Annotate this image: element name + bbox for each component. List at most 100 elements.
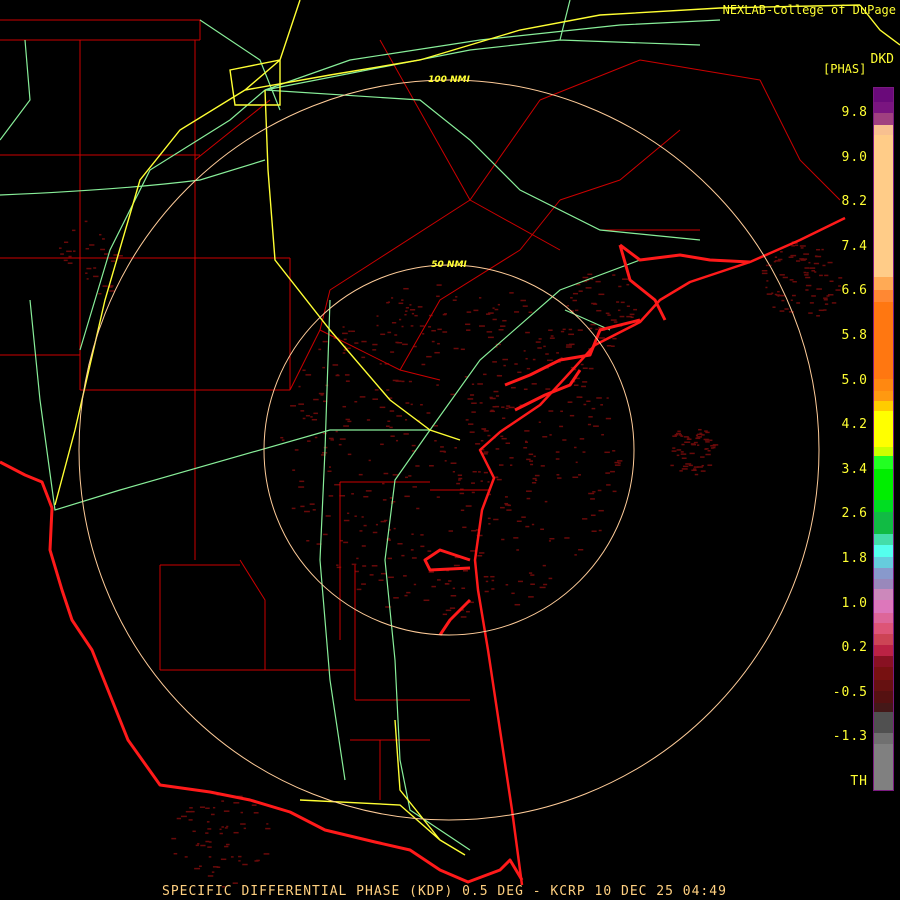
echo-pixel bbox=[790, 254, 797, 257]
echo-pixel bbox=[369, 574, 374, 576]
echo-pixel bbox=[596, 309, 602, 312]
echo-pixel bbox=[672, 435, 677, 437]
echo-pixel bbox=[243, 827, 247, 830]
echo-pixel bbox=[467, 398, 474, 400]
echo-pixel bbox=[483, 373, 487, 376]
echo-pixel bbox=[617, 460, 623, 462]
echo-pixel bbox=[363, 524, 367, 527]
color-swatch bbox=[874, 124, 893, 136]
echo-pixel bbox=[460, 509, 465, 512]
echo-pixel bbox=[782, 276, 788, 279]
echo-pixel bbox=[704, 439, 710, 441]
echo-pixel bbox=[525, 525, 530, 528]
echo-pixel bbox=[514, 311, 520, 313]
echo-pixel bbox=[354, 342, 359, 344]
echo-pixel bbox=[320, 394, 324, 396]
echo-pixel bbox=[680, 453, 687, 455]
color-scale-label: 2.6 bbox=[841, 506, 868, 522]
echo-pixel bbox=[590, 323, 596, 326]
echo-pixel bbox=[291, 507, 296, 510]
echo-pixel bbox=[111, 260, 116, 262]
echo-pixel bbox=[444, 460, 447, 462]
echo-pixel bbox=[696, 436, 702, 438]
echo-pixel bbox=[410, 549, 414, 551]
color-swatch bbox=[874, 623, 893, 634]
echo-pixel bbox=[233, 802, 240, 804]
echo-pixel bbox=[313, 412, 318, 415]
echo-pixel bbox=[404, 594, 408, 597]
echo-pixel bbox=[698, 428, 702, 431]
echo-pixel bbox=[509, 292, 514, 294]
echo-pixel bbox=[219, 828, 222, 831]
echo-pixel bbox=[574, 446, 577, 449]
color-scale-bar bbox=[873, 87, 894, 791]
echo-pixel bbox=[479, 297, 482, 299]
echo-pixel bbox=[501, 538, 505, 541]
echo-pixel bbox=[505, 584, 509, 586]
echo-pixel bbox=[457, 474, 463, 476]
echo-pixel bbox=[761, 269, 768, 272]
echo-pixel bbox=[497, 303, 500, 306]
echo-pixel bbox=[478, 471, 481, 473]
county-lines bbox=[0, 19, 841, 800]
echo-pixel bbox=[612, 274, 616, 276]
echo-pixel bbox=[401, 554, 405, 557]
echo-pixel bbox=[205, 840, 210, 843]
echo-pixel bbox=[345, 418, 350, 421]
echo-pixel bbox=[205, 807, 210, 809]
echo-pixel bbox=[380, 333, 386, 336]
echo-pixel bbox=[465, 419, 469, 421]
echo-pixel bbox=[60, 253, 64, 255]
echo-pixel bbox=[431, 585, 436, 588]
echo-pixel bbox=[471, 411, 476, 413]
echo-pixel bbox=[207, 875, 214, 877]
echo-pixel bbox=[597, 489, 602, 492]
coastline-border bbox=[0, 216, 846, 886]
echo-pixel bbox=[393, 597, 399, 599]
echo-pixel bbox=[206, 821, 210, 823]
echo-pixel bbox=[72, 229, 76, 232]
echo-pixel bbox=[814, 255, 818, 257]
echo-pixel bbox=[420, 403, 423, 406]
echo-pixel bbox=[548, 540, 551, 542]
echo-pixel bbox=[302, 417, 306, 420]
color-swatch bbox=[874, 679, 893, 692]
echo-pixel bbox=[805, 284, 812, 287]
echo-pixel bbox=[804, 267, 810, 269]
echo-pixel bbox=[391, 321, 397, 324]
echo-pixel bbox=[480, 480, 483, 482]
echo-pixel bbox=[689, 452, 695, 455]
echo-pixel bbox=[176, 817, 182, 820]
echo-pixel bbox=[490, 575, 495, 578]
echo-pixel bbox=[385, 425, 390, 427]
echo-pixel bbox=[387, 557, 392, 560]
echo-pixel bbox=[238, 855, 242, 858]
color-swatch bbox=[874, 655, 893, 668]
color-swatch bbox=[874, 732, 893, 745]
echo-pixel bbox=[199, 865, 202, 867]
echo-pixel bbox=[294, 449, 299, 451]
echo-pixel bbox=[325, 515, 331, 517]
echo-pixel bbox=[219, 832, 223, 835]
echo-pixel bbox=[805, 276, 811, 279]
echo-pixel bbox=[616, 301, 620, 303]
echo-pixel bbox=[581, 385, 586, 388]
echo-pixel bbox=[483, 471, 488, 474]
echo-pixel bbox=[462, 526, 467, 529]
echo-pixel bbox=[336, 564, 339, 566]
color-scale-label: 6.6 bbox=[841, 283, 868, 299]
color-swatch bbox=[874, 613, 893, 624]
echo-pixel bbox=[501, 437, 507, 440]
echo-pixel bbox=[568, 333, 575, 336]
echo-pixel bbox=[681, 457, 687, 460]
echo-pixel bbox=[351, 493, 354, 495]
echo-pixel bbox=[522, 305, 528, 307]
echo-pixel bbox=[365, 490, 372, 492]
color-scale-label: 3.4 bbox=[841, 461, 868, 477]
echo-pixel bbox=[582, 518, 588, 520]
echo-pixel bbox=[332, 364, 339, 366]
echo-pixel bbox=[368, 459, 371, 462]
echo-pixel bbox=[549, 337, 555, 339]
echo-pixel bbox=[495, 395, 500, 397]
echo-pixel bbox=[327, 470, 332, 473]
